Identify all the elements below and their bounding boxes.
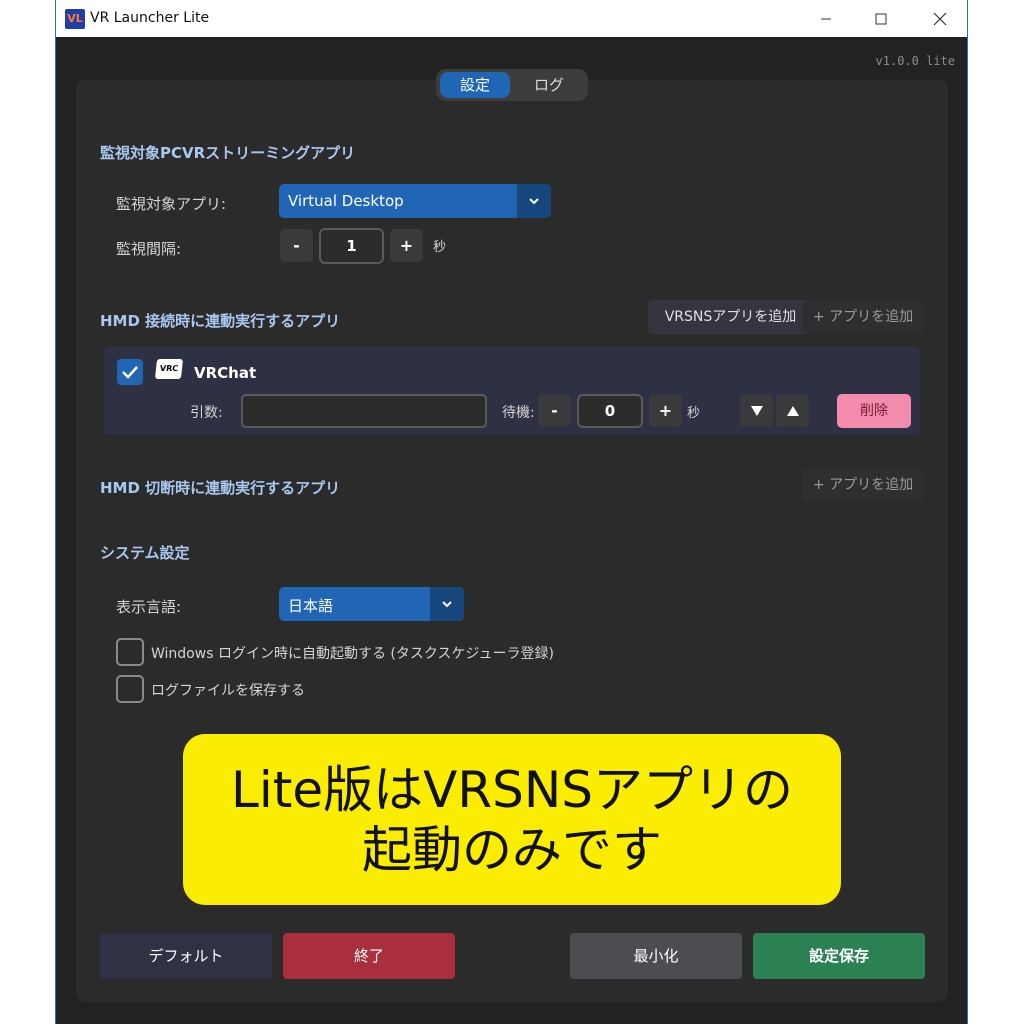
minimize-window-button[interactable]	[797, 0, 855, 37]
save-log-checkbox[interactable]	[116, 675, 144, 703]
default-button[interactable]: デフォルト	[100, 933, 272, 979]
banner-line-1: Lite版はVRSNSアプリの	[231, 760, 793, 819]
title-bar[interactable]: VL VR Launcher Lite	[56, 0, 967, 37]
triangle-down-icon	[750, 406, 763, 416]
app-name: VRChat	[194, 364, 257, 382]
app-logo-icon: VL	[65, 9, 85, 29]
vrchat-logo-icon: VRC	[154, 359, 184, 379]
interval-input[interactable]: 1	[319, 228, 384, 264]
exit-button[interactable]: 終了	[283, 933, 455, 979]
app-row-vrchat: VRC VRChat 引数: 待機: - 0 + 秒 削除	[104, 347, 920, 435]
check-icon	[122, 366, 138, 379]
monitor-app-value: Virtual Desktop	[288, 192, 404, 210]
monitor-app-label: 監視対象アプリ:	[116, 195, 227, 213]
version-label: v1.0.0 lite	[875, 54, 955, 68]
tab-settings[interactable]: 設定	[440, 72, 510, 98]
add-connect-app-button[interactable]: + アプリを追加	[802, 300, 924, 334]
language-label: 表示言語:	[116, 598, 182, 616]
delete-app-button[interactable]: 削除	[837, 394, 911, 428]
monitor-app-select[interactable]: Virtual Desktop	[279, 184, 551, 218]
maximize-icon	[875, 13, 887, 24]
wait-increment-button[interactable]: +	[649, 394, 682, 427]
lite-notice-banner: Lite版はVRSNSアプリの 起動のみです	[183, 734, 841, 905]
args-input[interactable]	[241, 394, 487, 428]
autostart-checkbox[interactable]	[116, 638, 144, 666]
move-up-button[interactable]	[776, 394, 809, 427]
language-select[interactable]: 日本語	[279, 587, 464, 621]
wait-unit: 秒	[687, 406, 701, 421]
tab-bar: 設定 ログ	[436, 69, 588, 101]
tab-log[interactable]: ログ	[514, 72, 584, 98]
close-window-button[interactable]	[911, 0, 967, 37]
minimize-button[interactable]: 最小化	[570, 933, 742, 979]
wait-label: 待機:	[502, 405, 535, 421]
wait-input[interactable]: 0	[577, 394, 643, 428]
autostart-label: Windows ログイン時に自動起動する (タスクスケジューラ登録)	[151, 646, 554, 662]
chevron-down-icon[interactable]	[430, 587, 464, 621]
interval-label: 監視間隔:	[116, 240, 182, 258]
move-down-button[interactable]	[740, 394, 773, 427]
system-section-title: システム設定	[100, 544, 190, 562]
connect-section-title: HMD 接続時に連動実行するアプリ	[100, 312, 341, 330]
banner-line-2: 起動のみです	[362, 820, 662, 879]
save-settings-button[interactable]: 設定保存	[753, 933, 925, 979]
wait-decrement-button[interactable]: -	[538, 394, 571, 427]
add-vrsns-app-button[interactable]: VRSNSアプリを追加	[648, 300, 813, 334]
triangle-up-icon	[786, 406, 799, 416]
interval-decrement-button[interactable]: -	[280, 229, 313, 262]
add-disconnect-app-button[interactable]: + アプリを追加	[802, 468, 924, 502]
interval-unit: 秒	[433, 240, 447, 255]
monitor-section-title: 監視対象PCVRストリーミングアプリ	[100, 144, 356, 162]
args-label: 引数:	[190, 405, 223, 421]
disconnect-section-title: HMD 切断時に連動実行するアプリ	[100, 479, 341, 497]
chevron-down-icon[interactable]	[517, 184, 551, 218]
interval-increment-button[interactable]: +	[390, 229, 423, 262]
maximize-window-button[interactable]	[852, 0, 910, 37]
close-icon	[933, 12, 947, 25]
app-enabled-checkbox[interactable]	[117, 359, 143, 385]
save-log-label: ログファイルを保存する	[151, 683, 305, 699]
language-value: 日本語	[288, 597, 334, 615]
minimize-icon	[821, 18, 831, 19]
window-title: VR Launcher Lite	[90, 10, 210, 26]
